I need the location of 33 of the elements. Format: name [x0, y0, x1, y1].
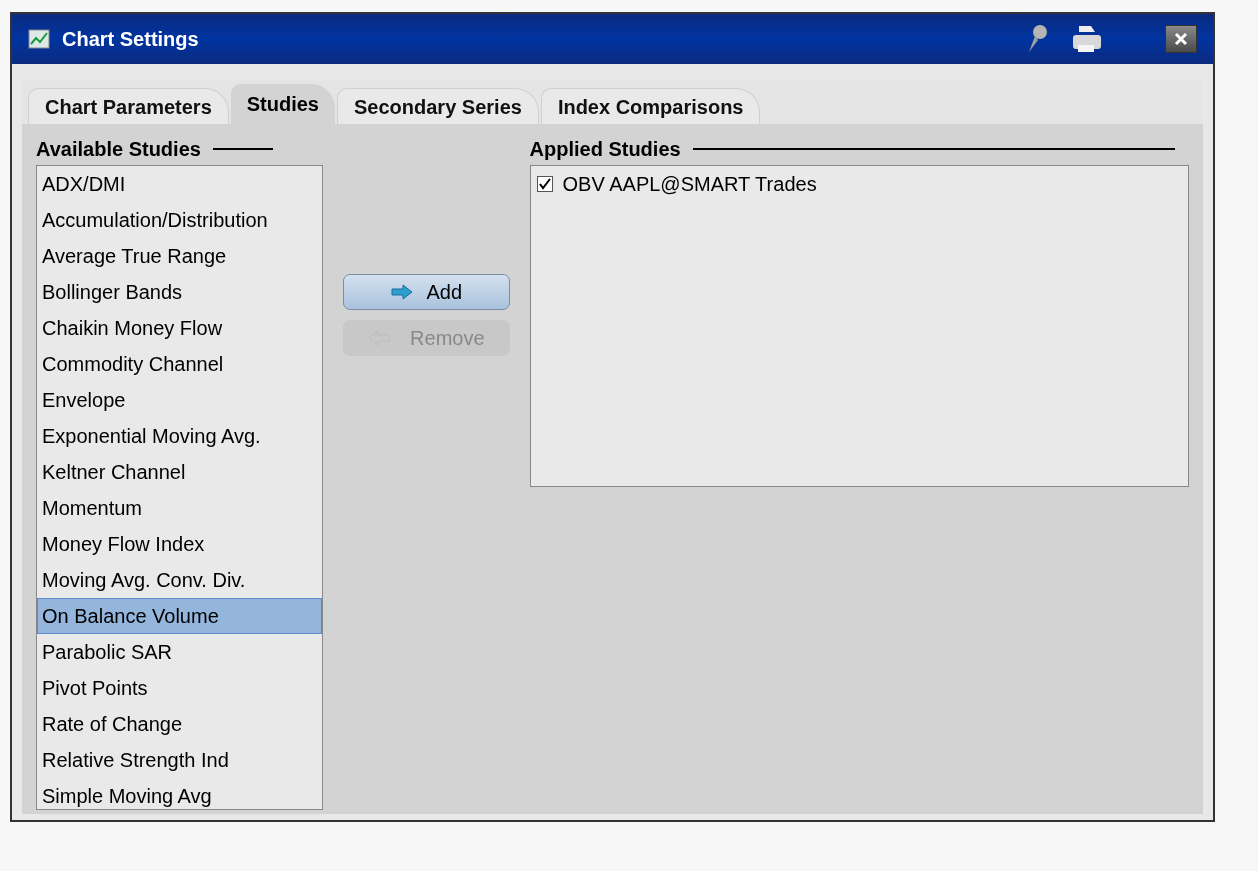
- checkmark-icon: [538, 178, 551, 190]
- right-arrow-icon: [390, 284, 413, 300]
- study-item[interactable]: Bollinger Bands: [37, 274, 323, 310]
- chart-icon: [28, 29, 50, 49]
- tab[interactable]: Index Comparisons: [540, 88, 761, 124]
- study-item[interactable]: Moving Avg. Conv. Div.: [37, 562, 323, 598]
- study-item[interactable]: Simple Moving Avg: [37, 778, 323, 809]
- study-item[interactable]: ADX/DMI: [37, 166, 323, 202]
- study-item[interactable]: On Balance Volume: [37, 598, 323, 634]
- study-item[interactable]: Relative Strength Ind: [37, 742, 323, 778]
- applied-study-label: OBV AAPL@SMART Trades: [562, 172, 817, 197]
- study-item[interactable]: Commodity Channel: [37, 346, 323, 382]
- study-item[interactable]: Rate of Change: [37, 706, 323, 742]
- study-item[interactable]: Accumulation/Distribution: [37, 202, 323, 238]
- tab[interactable]: Secondary Series: [337, 88, 539, 124]
- study-item[interactable]: Envelope: [37, 382, 323, 418]
- study-item[interactable]: Chaikin Money Flow: [37, 310, 323, 346]
- section-heading: Applied Studies: [529, 137, 681, 162]
- study-item[interactable]: Pivot Points: [37, 670, 323, 706]
- study-item[interactable]: Keltner Channel: [37, 454, 323, 490]
- window-title: Chart Settings: [62, 27, 199, 52]
- study-item[interactable]: Money Flow Index: [37, 526, 323, 562]
- tab[interactable]: Chart Parameters: [28, 88, 229, 124]
- study-item[interactable]: Exponential Moving Avg.: [37, 418, 323, 454]
- checkbox[interactable]: [536, 176, 553, 192]
- study-item[interactable]: Parabolic SAR: [37, 634, 323, 670]
- section-heading: Available Studies: [36, 137, 201, 162]
- close-button[interactable]: [1165, 25, 1197, 53]
- study-item[interactable]: Momentum: [37, 490, 323, 526]
- close-icon: [1174, 32, 1188, 46]
- study-item[interactable]: Average True Range: [37, 238, 323, 274]
- add-button[interactable]: Add: [343, 274, 510, 310]
- tab[interactable]: Studies: [230, 84, 335, 124]
